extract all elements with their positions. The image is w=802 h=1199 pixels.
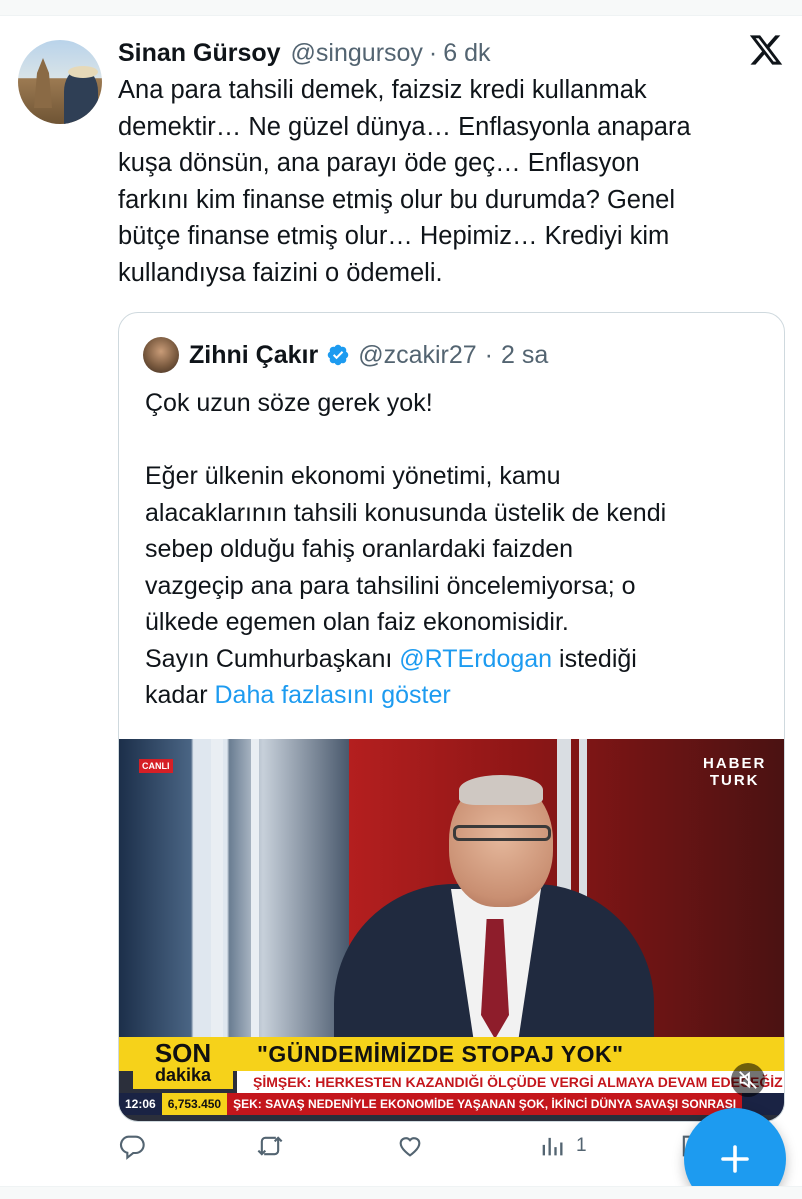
tweet-actions: 1 [118,1128,718,1164]
views-button[interactable]: 1 [538,1128,587,1164]
avatar-hat [68,66,98,78]
avatar-ruin [34,58,52,108]
quote-text-line: alacaklarının tahsili konusunda üstelik … [145,498,667,527]
quote-header: Zihni Çakır @zcakir27 · 2 sa [189,337,548,373]
views-icon [542,1137,563,1156]
reply-icon [119,1135,145,1160]
tweet-text: Ana para tahsili demek, faizsiz kredi ku… [118,72,778,291]
quote-text-line: ülkede egemen olan faiz ekonomisidir. [145,608,569,636]
video-media[interactable]: CANLI HABER TURK SON dakika "GÜNDEMİMİZD… [119,739,784,1121]
news-headline: "GÜNDEMİMİZDE STOPAJ YOK" [257,1040,624,1067]
speaker-glasses [453,825,551,841]
quote-time: 2 sa [501,340,549,369]
breaking-son: SON [154,1038,212,1068]
quote-text-line-mention: Sayın Cumhurbaşkanı @RTErdogan istediği [145,641,765,678]
author-name[interactable]: Sinan Gürsoy [118,39,281,68]
quote-text-line: sebep olduğu fahiş oranlardaki faizden [145,535,574,563]
quote-meta-separator: · [484,340,493,369]
mention-suffix: istediği [552,644,637,673]
verified-badge-icon [327,344,349,366]
live-badge: CANLI [139,759,173,773]
mute-button[interactable] [731,1063,765,1097]
channel-logo-line: HABER [703,755,767,772]
mention-link[interactable]: @RTErdogan [399,645,552,673]
bist-index: 6,753.450 [161,1093,228,1115]
tweet-time[interactable]: 6 dk [443,39,490,68]
bottom-divider [0,1186,802,1199]
news-subheadline: ŞİMŞEK: HERKESTEN KAZANDIĞI ÖLÇÜDE VERGİ… [237,1071,784,1093]
tweet-text-line: farkını kim finanse etmiş olur bu durumd… [118,185,676,214]
heart-icon [399,1137,421,1157]
studio-stripe [211,739,223,1039]
quote-text: Çok uzun söze gerek yok! Eğer ülkenin ek… [145,385,765,714]
channel-logo: HABER TURK [703,755,766,789]
author-avatar[interactable] [18,40,102,124]
quote-text-line: Çok uzun söze gerek yok! [145,389,433,417]
quote-text-line-last: kadar Daha fazlasını göster [145,677,765,714]
quote-text-line [145,422,765,459]
retweet-icon [257,1136,283,1156]
ticker-bar: 12:06 6,753.450 ŞEK: SAVAŞ NEDENİYLE EKO… [119,1093,784,1115]
tweet-header: Sinan Gürsoy @singursoy · 6 dk [118,36,491,70]
tweet-text-line: Ana para tahsili demek, faizsiz kredi ku… [118,76,647,104]
quoted-tweet[interactable]: Zihni Çakır @zcakir27 · 2 sa Çok uzun sö… [118,312,785,1122]
breaking-dakika: dakika [154,1065,212,1085]
quote-text-line: vazgeçip ana para tahsilini öncelemiyors… [145,571,636,600]
studio-background-left [119,739,359,1039]
studio-stripe [251,739,259,1039]
views-count: 1 [576,1135,587,1156]
channel-logo-line: TURK [709,772,760,789]
x-logo-icon[interactable] [748,32,784,68]
like-button[interactable] [396,1128,424,1164]
tweet[interactable]: Sinan Gürsoy @singursoy · 6 dk Ana para … [0,0,802,1199]
ticker-text: ŞEK: SAVAŞ NEDENİYLE EKONOMİDE YAŞANAN Ş… [227,1093,743,1115]
tweet-text-line: kuşa dönsün, ana parayı öde geç… Enflasy… [118,149,640,177]
retweet-button[interactable] [256,1128,284,1164]
mention-prefix: Sayın Cumhurbaşkanı [145,644,400,673]
reply-button[interactable] [118,1128,146,1164]
tweet-text-line: kullandıysa faizini o ödemeli. [118,258,443,287]
show-more-link[interactable]: Daha fazlasını göster [214,681,450,709]
quote-author-name: Zihni Çakır [189,340,319,369]
broadcast-clock: 12:06 [119,1097,162,1111]
speaker-hair [459,775,543,805]
avatar-person [64,70,98,124]
tweet-text-line: bütçe finanse etmiş olur… Hepimiz… Kredi… [118,222,670,250]
tweet-text-line: demektir… Ne güzel dünya… Enflasyonla an… [118,112,691,141]
quote-author-handle: @zcakir27 [358,340,477,369]
breaking-news-box: SON dakika [133,1037,233,1089]
quote-text-line: Eğer ülkenin ekonomi yönetimi, kamu [145,462,561,490]
last-line-prefix: kadar [145,681,215,709]
meta-separator: · [428,38,438,67]
author-handle[interactable]: @singursoy [291,39,423,68]
quote-author-avatar[interactable] [143,337,179,373]
plus-icon [721,1145,749,1173]
speaker-muted-icon [739,1071,757,1089]
